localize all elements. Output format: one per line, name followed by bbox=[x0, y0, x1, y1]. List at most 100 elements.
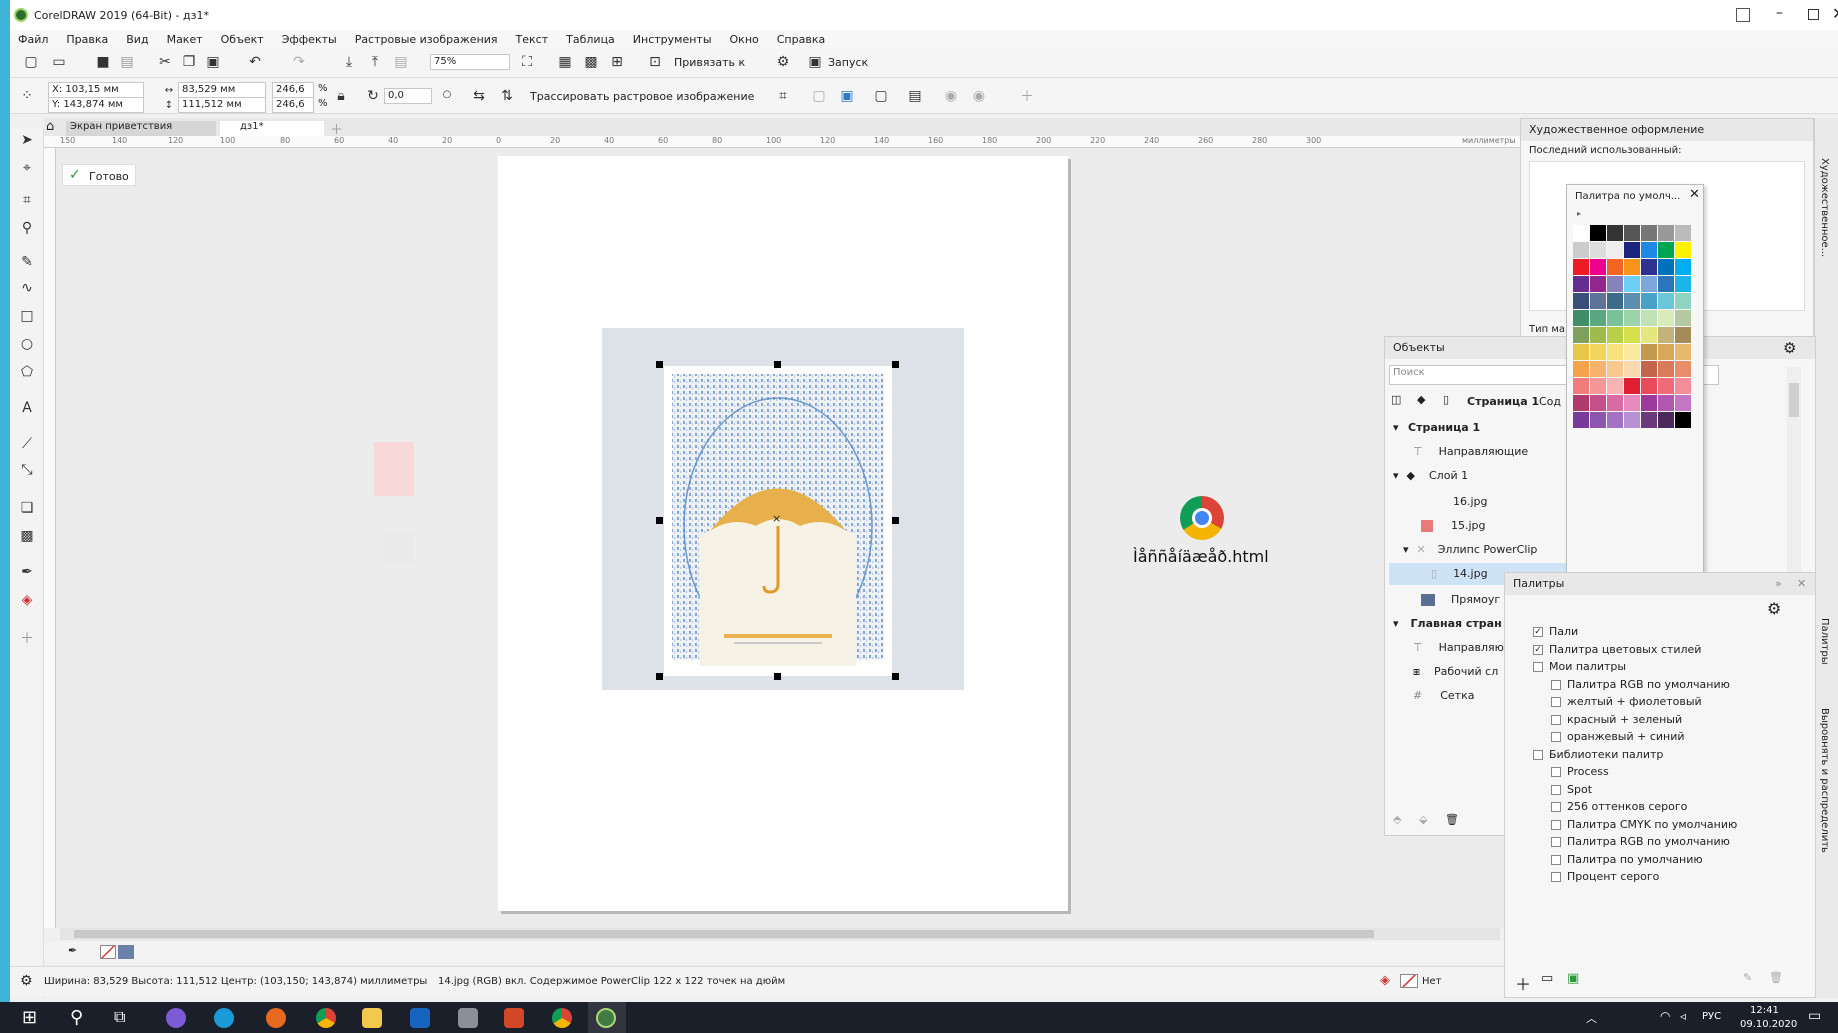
launch-icon[interactable]: ▣ bbox=[806, 54, 824, 70]
restore-small-icon[interactable] bbox=[1736, 8, 1750, 22]
palette-color-swatch[interactable] bbox=[1624, 412, 1640, 428]
y-position-field[interactable]: Y: 143,874 мм bbox=[48, 97, 144, 113]
palette-color-swatch[interactable] bbox=[1624, 293, 1640, 309]
palette-color-swatch[interactable] bbox=[1573, 293, 1589, 309]
current-page-label[interactable]: Страница 1 bbox=[1467, 395, 1539, 408]
palettes-gear-icon[interactable]: ⚙ bbox=[1767, 599, 1781, 618]
palette-color-swatch[interactable] bbox=[1607, 395, 1623, 411]
palette-color-swatch[interactable] bbox=[1658, 327, 1674, 343]
status-gear-icon[interactable]: ⚙ bbox=[20, 973, 33, 989]
palette-color-swatch[interactable] bbox=[1675, 276, 1691, 292]
wrap-text2-icon[interactable]: ◉ bbox=[970, 88, 988, 104]
palette-color-swatch[interactable] bbox=[1573, 242, 1589, 258]
palette-color-swatch[interactable] bbox=[1590, 225, 1606, 241]
transparency-tool-icon[interactable]: ▩ bbox=[18, 528, 36, 544]
desktop-file-label[interactable]: Ìåññåíäæåð.html bbox=[1133, 547, 1269, 566]
snap-to-dropdown[interactable]: Привязать к bbox=[674, 56, 745, 69]
palette-color-swatch[interactable] bbox=[1641, 259, 1657, 275]
selection-handle[interactable] bbox=[656, 673, 663, 680]
tree-master-page[interactable]: ▾ Главная стран bbox=[1393, 617, 1502, 630]
interactive-fill-icon[interactable]: ◈ bbox=[18, 592, 36, 608]
edge-icon[interactable] bbox=[214, 1008, 234, 1028]
palette-color-swatch[interactable] bbox=[1658, 293, 1674, 309]
palette-popup-close-icon[interactable]: ✕ bbox=[1689, 187, 1700, 202]
tab-document[interactable]: дз1* bbox=[220, 121, 324, 136]
text-tool-icon[interactable]: A bbox=[18, 400, 36, 416]
palette-checkbox[interactable] bbox=[1551, 872, 1561, 882]
full-screen-icon[interactable]: ⛶ bbox=[518, 54, 536, 70]
x-position-field[interactable]: X: 103,15 мм bbox=[48, 82, 144, 98]
palette-color-swatch[interactable] bbox=[1658, 225, 1674, 241]
palette-color-swatch[interactable] bbox=[1675, 242, 1691, 258]
menu-window[interactable]: Окно bbox=[730, 33, 759, 46]
bitmap-mask-icon[interactable]: ▣ bbox=[838, 88, 856, 104]
tray-chevron-icon[interactable]: ︿ bbox=[1586, 1010, 1597, 1026]
tree-ellipse-powerclip[interactable]: ▾ ✕ Эллипс PowerClip bbox=[1403, 543, 1537, 556]
save-icon[interactable]: ■ bbox=[94, 54, 112, 70]
palette-color-swatch[interactable] bbox=[1675, 412, 1691, 428]
menu-object[interactable]: Объект bbox=[221, 33, 264, 46]
tree-page-1[interactable]: ▾ Страница 1 bbox=[1393, 421, 1480, 434]
freehand-tool-icon[interactable]: ✎ bbox=[18, 254, 36, 270]
palette-color-swatch[interactable] bbox=[1590, 395, 1606, 411]
palette-color-swatch[interactable] bbox=[1641, 310, 1657, 326]
chrome-2-icon[interactable] bbox=[552, 1008, 572, 1028]
palette-color-swatch[interactable] bbox=[1675, 395, 1691, 411]
palette-color-swatch[interactable] bbox=[1641, 293, 1657, 309]
rotation-field[interactable]: 0,0 bbox=[384, 88, 432, 104]
tray-language[interactable]: РУС bbox=[1702, 1011, 1721, 1022]
objects-scroll-thumb[interactable] bbox=[1789, 383, 1799, 417]
palette-library-icon[interactable]: ▣ bbox=[1567, 971, 1579, 986]
palette-checkbox[interactable] bbox=[1551, 697, 1561, 707]
chrome-file-icon[interactable] bbox=[1180, 496, 1224, 540]
palette-color-swatch[interactable] bbox=[1624, 361, 1640, 377]
palette-color-swatch[interactable] bbox=[1624, 344, 1640, 360]
tray-volume-icon[interactable]: ◃ bbox=[1680, 1009, 1686, 1023]
palette-list-item[interactable]: Палитра RGB по умолчанию bbox=[1551, 678, 1730, 691]
tree-desktop[interactable]: ⧆ Рабочий сл bbox=[1413, 665, 1498, 679]
palette-color-swatch[interactable] bbox=[1624, 395, 1640, 411]
palette-color-swatch[interactable] bbox=[1675, 327, 1691, 343]
outline-none-icon[interactable] bbox=[1400, 974, 1418, 988]
offpage-image-16[interactable] bbox=[384, 532, 414, 564]
palette-color-swatch[interactable] bbox=[1641, 344, 1657, 360]
add-tool-icon[interactable]: ＋ bbox=[18, 630, 36, 647]
palette-color-swatch[interactable] bbox=[1590, 259, 1606, 275]
palette-checkbox[interactable] bbox=[1551, 767, 1561, 777]
palette-color-swatch[interactable] bbox=[1607, 361, 1623, 377]
height-field[interactable]: 111,512 мм bbox=[178, 97, 266, 113]
palette-list-item[interactable]: Spot bbox=[1551, 783, 1592, 796]
center-marker-icon[interactable]: × bbox=[772, 512, 781, 525]
objects-gear-icon[interactable]: ⚙ bbox=[1783, 339, 1796, 357]
new-layer-icon[interactable]: ⬘ bbox=[1393, 813, 1401, 826]
palette-color-swatch[interactable] bbox=[1675, 225, 1691, 241]
palette-color-swatch[interactable] bbox=[1573, 361, 1589, 377]
palette-color-swatch[interactable] bbox=[1590, 412, 1606, 428]
options-gear-icon[interactable]: ⚙ bbox=[774, 54, 792, 70]
show-grid-icon[interactable]: ▩ bbox=[582, 54, 600, 70]
palette-color-swatch[interactable] bbox=[1641, 378, 1657, 394]
palette-checkbox[interactable]: ✓ bbox=[1533, 644, 1543, 655]
menu-text[interactable]: Текст bbox=[516, 33, 549, 46]
palette-color-swatch[interactable] bbox=[1573, 344, 1589, 360]
snap-icon[interactable]: ⊡ bbox=[646, 54, 664, 70]
selection-handle[interactable] bbox=[656, 361, 663, 368]
palette-checkbox[interactable] bbox=[1551, 714, 1561, 725]
palette-list-item[interactable]: Палитра CMYK по умолчанию bbox=[1551, 818, 1737, 831]
polygon-tool-icon[interactable]: ⬠ bbox=[18, 364, 36, 380]
menu-file[interactable]: Файл bbox=[18, 33, 48, 46]
palette-color-swatch[interactable] bbox=[1607, 276, 1623, 292]
palette-color-swatch[interactable] bbox=[1573, 310, 1589, 326]
menu-edit[interactable]: Правка bbox=[66, 33, 108, 46]
chrome-icon[interactable] bbox=[316, 1008, 336, 1028]
layer-properties-icon[interactable]: ◫ bbox=[1391, 393, 1401, 406]
palette-color-swatch[interactable] bbox=[1607, 378, 1623, 394]
palette-color-swatch[interactable] bbox=[1573, 395, 1589, 411]
selection-handle[interactable] bbox=[892, 673, 899, 680]
crop-bitmap-icon[interactable]: ⌗ bbox=[774, 88, 792, 104]
scale-x-field[interactable]: 246,6 bbox=[272, 82, 314, 98]
palette-color-swatch[interactable] bbox=[1658, 242, 1674, 258]
edit-bitmap-icon[interactable]: ▢ bbox=[872, 88, 890, 104]
tab-welcome[interactable]: Экран приветствия bbox=[66, 121, 216, 136]
tree-14jpg[interactable]: ▯ 14.jpg bbox=[1431, 567, 1488, 580]
